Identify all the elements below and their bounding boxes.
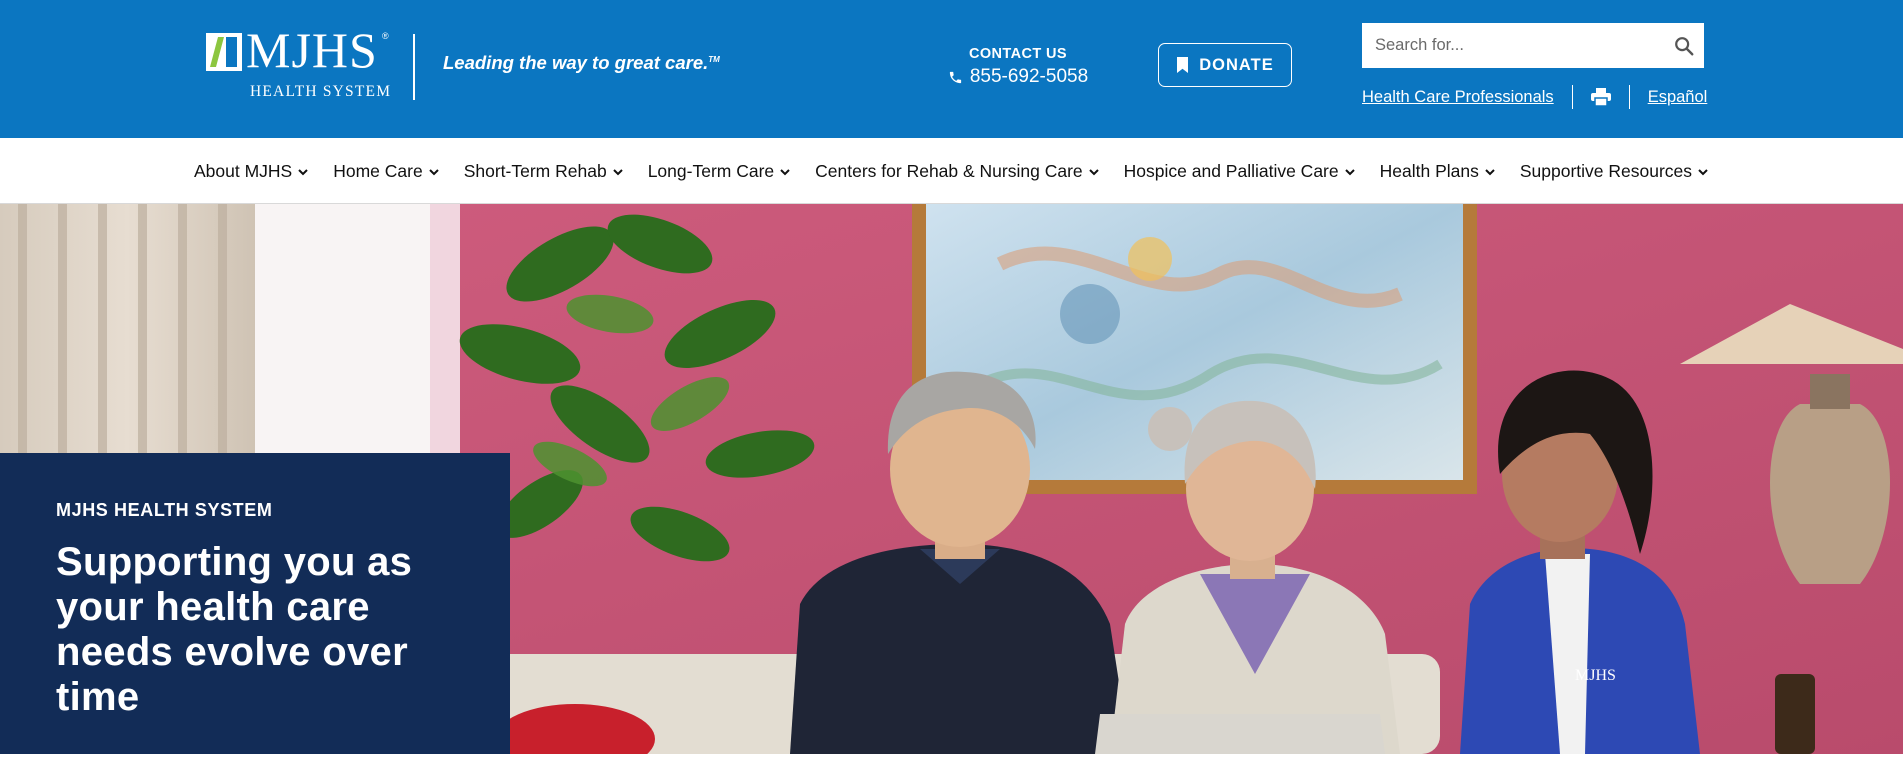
- contact-phone-link[interactable]: 855-692-5058: [930, 66, 1106, 88]
- nav-item-long-term-care[interactable]: Long-Term Care: [648, 161, 790, 182]
- chevron-down-icon: [298, 168, 308, 175]
- tagline-text: Leading the way to great care.: [443, 52, 709, 73]
- nav-item-about-mjhs[interactable]: About MJHS: [194, 161, 308, 182]
- logo-subtitle: HEALTH SYSTEM: [250, 83, 392, 100]
- donate-label: DONATE: [1199, 55, 1274, 74]
- mjhs-logo-mark-icon: [206, 33, 242, 71]
- contact-us: CONTACT US 855-692-5058: [930, 46, 1106, 88]
- nav-item-label: Hospice and Palliative Care: [1123, 160, 1339, 181]
- search-icon[interactable]: [1673, 35, 1695, 57]
- espanol-link[interactable]: Español: [1648, 88, 1708, 107]
- nav-item-label: Health Plans: [1379, 160, 1479, 181]
- logo-registered-mark: ®: [382, 31, 389, 41]
- nav-items: About MJHS Home Care Short-Term Rehab Lo…: [194, 138, 1708, 204]
- scrub-logo-text: MJHS: [1575, 667, 1616, 684]
- mjhs-logo[interactable]: MJHS ® HEALTH SYSTEM: [206, 25, 392, 103]
- chevron-down-icon: [612, 168, 623, 175]
- bottom-strip: [0, 754, 1903, 776]
- logo-divider: [413, 34, 415, 100]
- search-box: [1362, 23, 1704, 68]
- contact-us-label: CONTACT US: [969, 46, 1067, 62]
- nav-item-hospice-palliative[interactable]: Hospice and Palliative Care: [1124, 161, 1355, 182]
- nav-item-label: Short-Term Rehab: [463, 160, 607, 181]
- search-input[interactable]: [1362, 23, 1652, 68]
- bookmark-icon: [1177, 57, 1189, 73]
- nav-item-label: Centers for Rehab & Nursing Care: [815, 160, 1083, 181]
- nav-item-label: Long-Term Care: [647, 160, 775, 181]
- contact-phone-number: 855-692-5058: [969, 66, 1089, 87]
- chevron-down-icon: [1698, 168, 1708, 175]
- utility-links: Health Care Professionals Español: [1362, 84, 1707, 110]
- phone-icon: [949, 71, 961, 83]
- hero-text-card: MJHS HEALTH SYSTEM Supporting you as you…: [0, 453, 510, 754]
- tagline-trademark: TM: [708, 54, 720, 64]
- chevron-down-icon: [1088, 168, 1099, 175]
- health-care-professionals-link[interactable]: Health Care Professionals: [1362, 88, 1554, 107]
- nav-item-label: About MJHS: [194, 160, 293, 181]
- nav-item-home-care[interactable]: Home Care: [333, 160, 439, 182]
- nav-item-short-term-rehab[interactable]: Short-Term Rehab: [464, 161, 623, 182]
- top-header: MJHS ® HEALTH SYSTEM Leading the way to …: [0, 0, 1903, 138]
- donate-button[interactable]: DONATE: [1158, 43, 1292, 87]
- chevron-down-icon: [429, 168, 439, 175]
- print-icon[interactable]: [1590, 88, 1611, 106]
- utility-separator: [1571, 85, 1573, 109]
- nav-item-label: Supportive Resources: [1519, 160, 1693, 181]
- hero-eyebrow: MJHS HEALTH SYSTEM: [56, 500, 273, 520]
- nav-item-label: Home Care: [333, 160, 423, 181]
- logo-wordmark: MJHS: [246, 22, 378, 78]
- main-navigation: About MJHS Home Care Short-Term Rehab Lo…: [0, 138, 1903, 204]
- nav-item-health-plans[interactable]: Health Plans: [1380, 161, 1495, 182]
- chevron-down-icon: [1485, 168, 1495, 175]
- nav-item-supportive-resources[interactable]: Supportive Resources: [1520, 161, 1708, 182]
- hero-headline: Supporting you as your health care needs…: [56, 540, 413, 719]
- chevron-down-icon: [780, 168, 790, 175]
- tagline: Leading the way to great care.TM: [443, 52, 720, 74]
- nav-item-centers-for-rehab[interactable]: Centers for Rehab & Nursing Care: [815, 160, 1099, 182]
- utility-separator: [1628, 85, 1630, 109]
- chevron-down-icon: [1344, 168, 1355, 175]
